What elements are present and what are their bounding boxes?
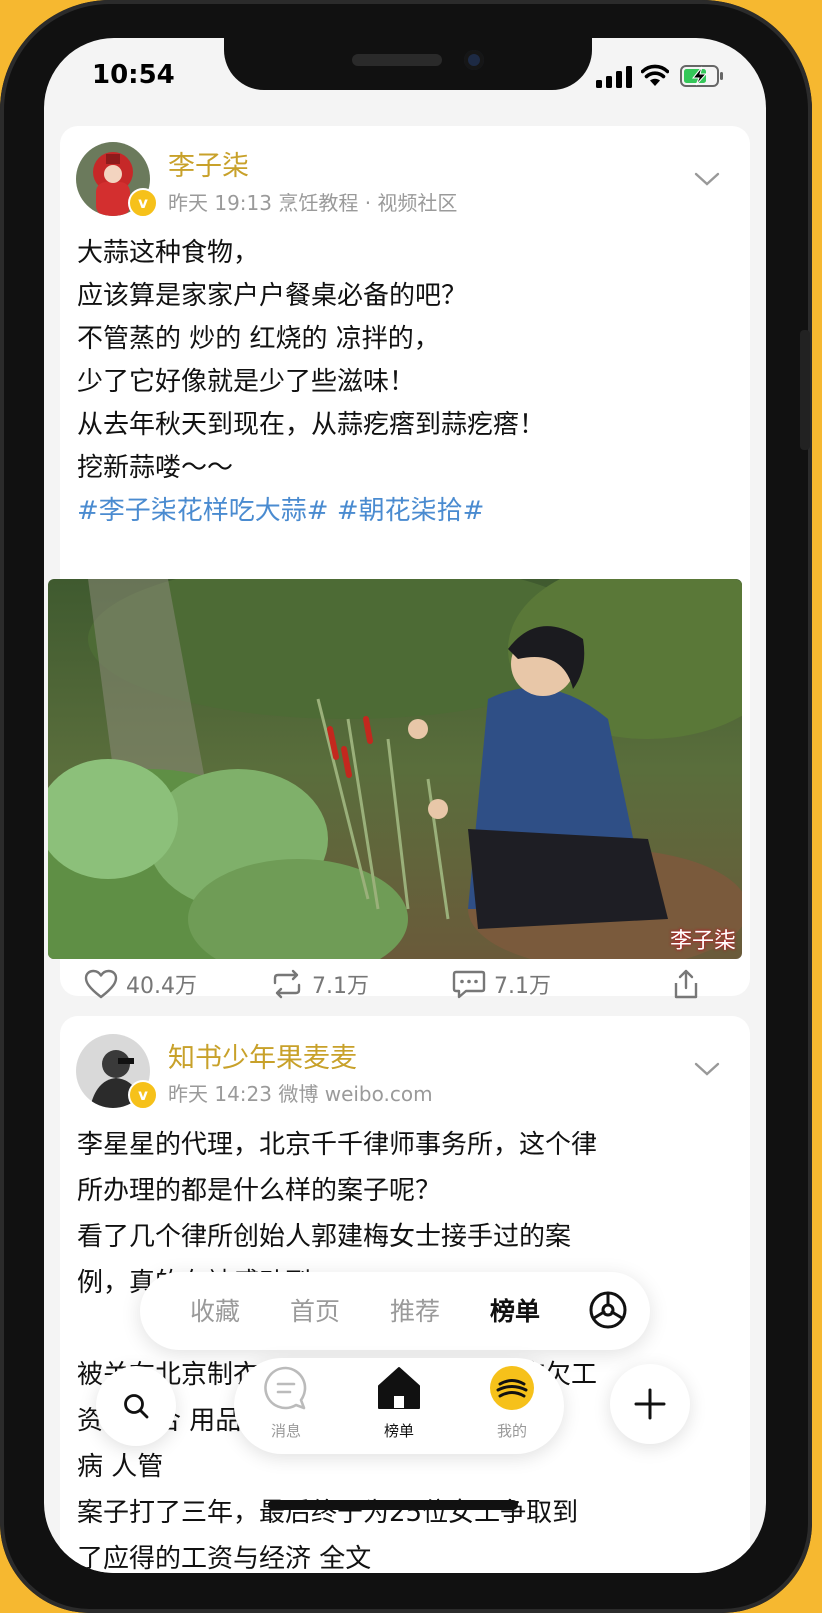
search-icon (124, 1394, 149, 1419)
chevron-down-icon[interactable] (694, 1061, 720, 1077)
post-line: 李星星的代理，北京千千律师事务所，这个律 (77, 1130, 598, 1160)
post-line: 看了几个律所创始人郭建梅女士接手过的案 (77, 1222, 572, 1252)
front-camera (464, 50, 484, 70)
home-icon (378, 1367, 420, 1409)
post-line: 大蒜这种食物， (77, 238, 260, 268)
phone-frame: 10:54 v 李子柒 昨天 19:13 烹饪教程 · 视频社区 大蒜这种食物，… (0, 0, 812, 1613)
like-count: 40.4万 (126, 974, 197, 999)
tab-ranking-bottom[interactable]: 榜单 (359, 1364, 439, 1441)
battery-charging-icon (680, 65, 723, 87)
post-card[interactable]: v 李子柒 昨天 19:13 烹饪教程 · 视频社区 大蒜这种食物， 应该算是家… (48, 126, 750, 999)
weibo-logo-icon (490, 1366, 534, 1410)
comment-count: 7.1万 (494, 974, 551, 999)
chevron-down-icon[interactable] (694, 171, 720, 187)
search-button[interactable] (96, 1366, 176, 1446)
cellular-signal-icon (596, 66, 632, 88)
steering-wheel-icon[interactable] (588, 1290, 628, 1330)
message-icon (264, 1366, 307, 1410)
verified-badge-icon: v (128, 1080, 158, 1110)
repost-count: 7.1万 (312, 974, 369, 999)
like-button[interactable]: 40.4万 (84, 968, 197, 1000)
repost-button[interactable]: 7.1万 (270, 968, 369, 1000)
tab-home[interactable]: 首页 (290, 1292, 340, 1328)
post-line: 了应得的工资与经济 全文 (77, 1544, 372, 1573)
comment-button[interactable]: 7.1万 (452, 968, 551, 1000)
heart-icon (84, 969, 118, 999)
bottom-tab-bar: 消息 榜单 我的 (234, 1358, 564, 1454)
wifi-icon (641, 64, 669, 86)
tab-messages[interactable]: 消息 (246, 1364, 326, 1441)
post-image[interactable]: 李子柒 (48, 579, 742, 959)
notch (224, 38, 592, 90)
username[interactable]: 知书少年果麦麦 (168, 1036, 357, 1075)
home-indicator (268, 1500, 518, 1510)
post-text: 大蒜这种食物， 应该算是家家户户餐桌必备的吧？ 不管蒸的 炒的 红烧的 凉拌的，… (77, 232, 717, 533)
post-line: 所办理的都是什么样的案子呢？ (77, 1176, 442, 1206)
post-line: 案子打了三年，最后终于为25位女工争取到 (77, 1498, 579, 1528)
status-time: 10:54 (92, 60, 175, 90)
share-icon[interactable] (672, 968, 700, 1000)
post-line: 挖新蒜喽～～ (77, 453, 234, 483)
action-bar: 40.4万 7.1万 7.1万 (60, 956, 750, 1016)
hashtags[interactable]: #李子柒花样吃大蒜# #朝花柒拾# (77, 490, 717, 533)
username[interactable]: 李子柒 (168, 144, 249, 183)
post-meta: 昨天 14:23 微博 weibo.com (168, 1082, 433, 1106)
post-meta: 昨天 19:13 烹饪教程 · 视频社区 (168, 191, 458, 215)
comment-icon (452, 970, 486, 999)
tab-label: 消息 (270, 1422, 301, 1440)
tab-label: 我的 (496, 1422, 527, 1440)
repost-icon (273, 969, 301, 999)
tab-favorites[interactable]: 收藏 (190, 1292, 240, 1328)
tab-recommend[interactable]: 推荐 (390, 1292, 440, 1328)
post-line: 不管蒸的 炒的 红烧的 凉拌的， (77, 324, 440, 354)
image-watermark: 李子柒 (669, 929, 736, 954)
compose-button[interactable] (610, 1364, 690, 1444)
feed-nav: 收藏 首页 推荐 榜单 (140, 1272, 650, 1350)
tab-label: 榜单 (383, 1422, 414, 1440)
side-button (800, 330, 810, 450)
tab-ranking[interactable]: 榜单 (490, 1292, 540, 1328)
speaker (352, 54, 442, 66)
verified-badge-icon: v (128, 188, 158, 218)
post-line: 应该算是家家户户餐桌必备的吧？ (77, 281, 468, 311)
tab-me[interactable]: 我的 (472, 1364, 552, 1441)
screen: 10:54 v 李子柒 昨天 19:13 烹饪教程 · 视频社区 大蒜这种食物，… (44, 38, 766, 1573)
plus-icon (634, 1388, 666, 1420)
post-line: 从去年秋天到现在，从蒜疙瘩到蒜疙瘩！ (77, 410, 546, 440)
post-line: 少了它好像就是少了些滋味！ (77, 367, 416, 397)
